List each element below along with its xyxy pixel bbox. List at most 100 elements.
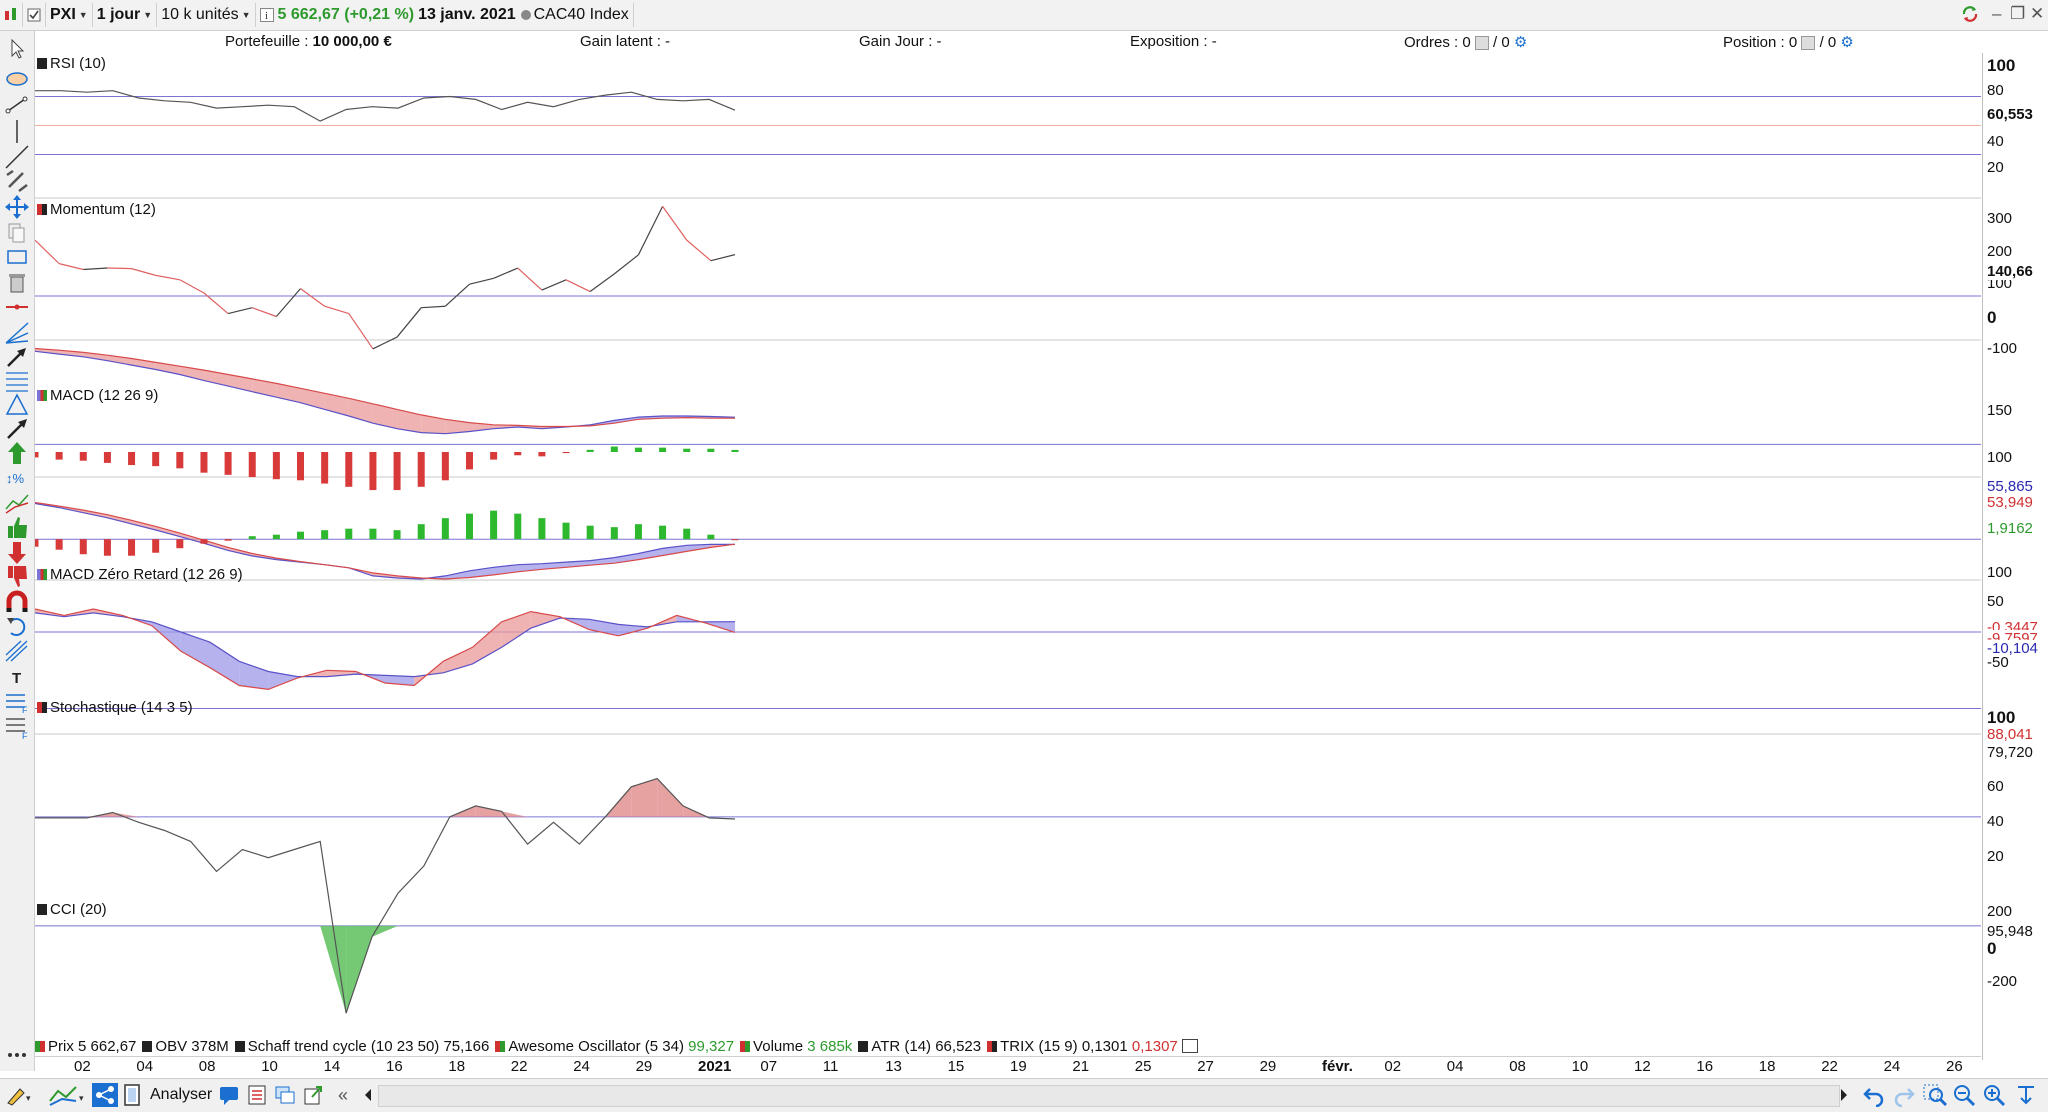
macd-histogram-bar [79, 452, 87, 461]
zoom-select-icon[interactable] [1922, 1083, 1948, 1107]
position-label: Position : 0 [1723, 34, 1798, 51]
cci-panel-label[interactable]: CCI (20) [37, 901, 107, 918]
macd-zr-histogram-bar [465, 513, 473, 540]
macd-histogram-bar [441, 452, 449, 481]
close-icon[interactable]: ✕ [2030, 4, 2044, 24]
time-axis-label: 07 [760, 1058, 778, 1075]
macd-histogram-bar [297, 452, 305, 481]
order-book-icon[interactable] [246, 1083, 268, 1107]
thumbs-down-icon[interactable] [3, 563, 31, 591]
legend-schaff[interactable]: Schaff trend cycle (10 23 50) 75,166 [234, 1038, 489, 1055]
thumbs-up-icon[interactable] [3, 513, 31, 541]
momentum-segment [300, 288, 326, 307]
rectangle-tool-icon[interactable] [3, 243, 31, 271]
macd-zr-histogram-bar [610, 527, 618, 540]
macd-histogram-bar [586, 449, 594, 452]
legend-obv[interactable]: OBV 378M [142, 1038, 229, 1055]
layout-icon[interactable] [122, 1083, 142, 1107]
info-button[interactable]: i 5 662,67 (+0,21 %) 13 janv. 2021 CAC40… [256, 3, 634, 27]
minimize-icon[interactable]: – [1992, 4, 2001, 24]
macd-histogram-bar [200, 452, 208, 473]
macd-zr-histogram-bar [176, 539, 184, 549]
draw-pencil-icon[interactable]: ▾ [4, 1083, 34, 1107]
legend-volume[interactable]: Volume 3 685k [740, 1038, 852, 1055]
stoch-tick: 60 [1987, 778, 2004, 795]
legend-atr[interactable]: ATR (14) 66,523 [858, 1038, 981, 1055]
time-axis-label: 24 [1883, 1058, 1901, 1075]
legend-trix[interactable]: TRIX (15 9) 0,1301 0,1307 [987, 1038, 1198, 1055]
macd-histogram-bar [490, 452, 498, 460]
momentum-segment [589, 273, 615, 293]
right-price-scale[interactable]: 100 80 40 20 60,553 300 200 100 140,66 0… [1982, 53, 2048, 1060]
macd-value: 55,865 [1985, 478, 2035, 495]
symbol-select[interactable]: PXI ▼ [46, 3, 93, 27]
pitchfork-icon[interactable] [3, 637, 31, 665]
line-tool-icon[interactable] [3, 91, 31, 119]
favorite-checkbox[interactable] [23, 3, 46, 27]
fit-to-screen-icon[interactable] [2014, 1083, 2038, 1107]
zoom-in-icon[interactable] [1982, 1083, 2006, 1107]
symbol-text: PXI [50, 6, 76, 23]
undo-icon[interactable] [1862, 1083, 1886, 1107]
windows-icon[interactable] [274, 1083, 296, 1107]
stoch-panel-label[interactable]: Stochastique (14 3 5) [37, 699, 193, 716]
indicators-icon[interactable]: ▾ [48, 1083, 88, 1107]
macd-zr-histogram-bar [441, 518, 449, 540]
export-icon[interactable] [302, 1083, 324, 1107]
rsi-panel-label[interactable]: RSI (10) [37, 55, 106, 72]
macd-fill [372, 403, 398, 429]
legend-price[interactable]: Prix 5 662,67 [35, 1038, 136, 1055]
chat-icon[interactable] [218, 1083, 240, 1107]
bottom-toolbar: ▾ ▾ Analyser « [0, 1078, 2048, 1112]
horizontal-line-icon[interactable] [3, 293, 31, 321]
period-select[interactable]: 1 jour ▼ [93, 3, 158, 27]
restore-icon[interactable]: ❐ [2010, 4, 2025, 24]
macd-histogram-bar [345, 452, 353, 487]
time-axis[interactable]: 02 04 08 10 14 16 18 22 24 29 2021 07 11 13 15 19 21 25 27… [35, 1056, 1981, 1079]
stoch-k-value: 88,041 [1985, 726, 2035, 743]
quantity-select[interactable]: 10 k unités ▼ [157, 3, 256, 27]
zoom-out-icon[interactable] [1952, 1083, 1976, 1107]
legend-awesome[interactable]: Awesome Oscillator (5 34) 99,327 [495, 1038, 734, 1055]
analyser-button[interactable]: Analyser [150, 1083, 212, 1107]
refresh-icon[interactable] [1960, 4, 1980, 29]
gear-icon[interactable]: ⚙ [1514, 34, 1527, 51]
legend-swatch [740, 1040, 751, 1052]
scroll-right-icon[interactable] [1838, 1083, 1850, 1107]
position-cancel-icon[interactable] [1801, 36, 1816, 51]
share-icon[interactable] [92, 1083, 118, 1107]
fibo-time-icon[interactable]: F [3, 687, 31, 715]
momentum-panel-label[interactable]: Momentum (12) [37, 201, 156, 218]
scroll-left-icon[interactable] [362, 1083, 374, 1107]
orders-cancel-icon[interactable] [1474, 36, 1489, 51]
ellipse-tool-icon[interactable] [3, 66, 31, 94]
time-axis-label: 02 [74, 1058, 91, 1075]
gear-icon[interactable]: ⚙ [1840, 34, 1853, 51]
redo-icon[interactable] [1892, 1083, 1916, 1107]
legend-swatch [35, 1040, 45, 1052]
stoch-tick: 20 [1987, 848, 2004, 865]
vertical-line-icon[interactable] [3, 117, 31, 145]
chart-type-icon[interactable] [0, 3, 23, 27]
detach-window-icon[interactable] [1181, 1039, 1198, 1053]
buy-arrow-icon[interactable] [3, 439, 31, 467]
macd-zr-histogram-bar [152, 539, 160, 553]
collapse-left-icon[interactable]: « [338, 1083, 348, 1107]
more-tools-icon[interactable] [3, 1041, 31, 1069]
momentum-tick: 200 [1987, 243, 2013, 260]
legend-value: 66,523 [935, 1037, 982, 1055]
rsi-tick: 40 [1987, 133, 2004, 150]
macd-zr-panel-label[interactable]: MACD Zéro Retard (12 26 9) [37, 566, 243, 583]
macd-zr-histogram-bar [200, 539, 208, 544]
tools-icon[interactable] [3, 167, 31, 195]
macd-panel-label[interactable]: MACD (12 26 9) [37, 387, 158, 404]
fibo-extension-icon[interactable]: F [3, 713, 31, 741]
cursor-icon[interactable] [3, 35, 31, 63]
indicator-charts[interactable] [35, 53, 1981, 1060]
horizontal-scrollbar[interactable] [378, 1085, 1840, 1107]
rsi-value: 60,553 [1985, 106, 2035, 123]
momentum-segment [541, 279, 567, 291]
move-icon[interactable] [3, 193, 31, 221]
macd-zr-histogram-bar [35, 539, 39, 547]
macd-histogram-bar [562, 452, 570, 454]
